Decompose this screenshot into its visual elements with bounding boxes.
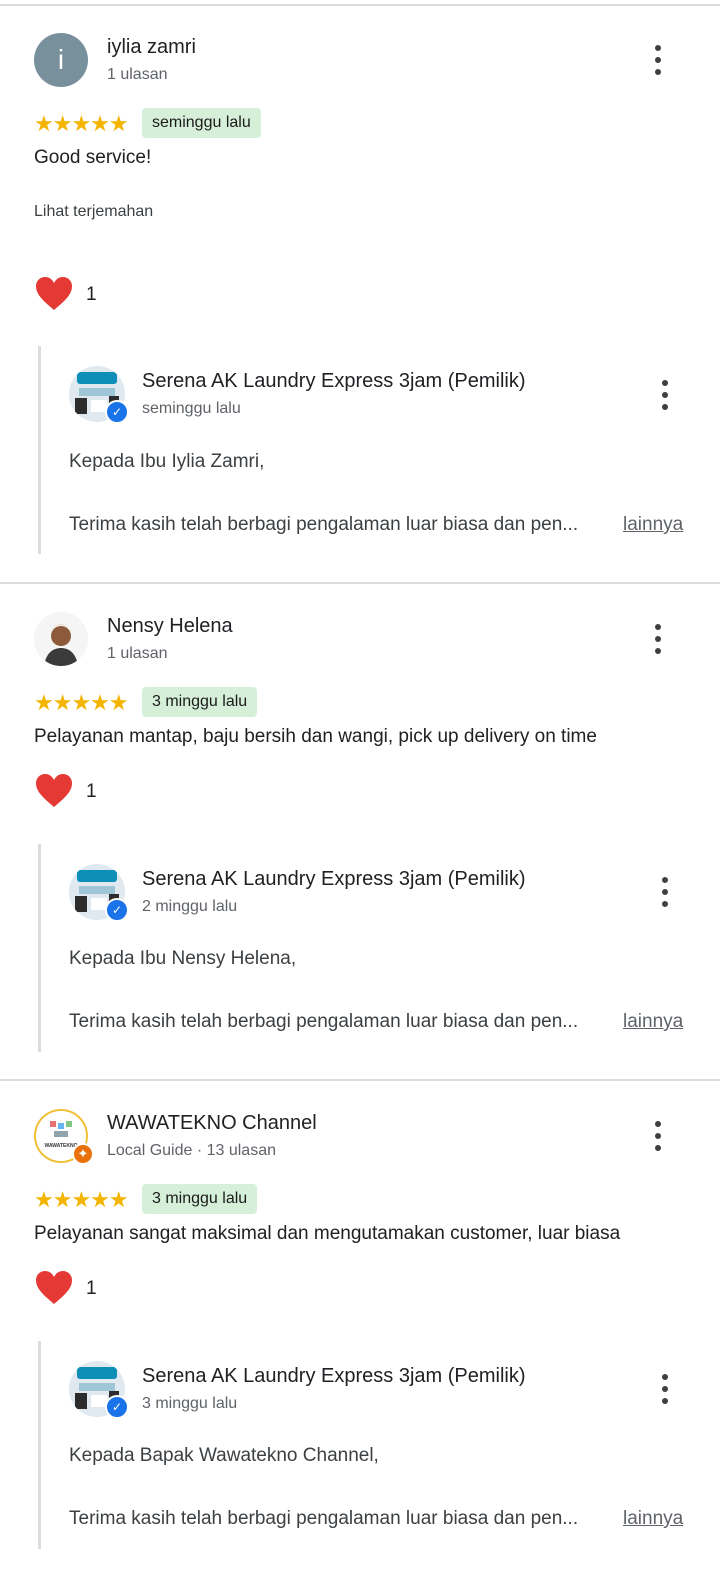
owner-name[interactable]: Serena AK Laundry Express 3jam (Pemilik) [142, 868, 526, 891]
reviewer-avatar[interactable]: WAWATEKNO ✦ [34, 1109, 94, 1165]
reaction-count: 1 [86, 284, 97, 305]
reply-time: 2 minggu lalu [142, 898, 238, 915]
reply-time: seminggu lalu [142, 400, 241, 417]
reply-greeting: Kepada Ibu Nensy Helena, [69, 948, 297, 969]
heart-icon[interactable] [34, 773, 74, 809]
reply-body: Terima kasih telah berbagi pengalaman lu… [69, 514, 579, 535]
see-translation-link[interactable]: Lihat terjemahan [34, 203, 153, 221]
verified-icon: ✓ [105, 898, 129, 922]
reply-bar [38, 346, 41, 554]
review-divider [0, 1079, 720, 1081]
review-time-badge: seminggu lalu [142, 108, 261, 138]
review-divider [0, 582, 720, 584]
more-options-icon[interactable] [653, 877, 677, 907]
owner-avatar[interactable]: ✓ [69, 366, 129, 424]
reply-body: Terima kasih telah berbagi pengalaman lu… [69, 1508, 579, 1529]
reviewer-avatar[interactable] [34, 612, 88, 666]
reply-body: Terima kasih telah berbagi pengalaman lu… [69, 1011, 579, 1032]
reply-greeting: Kepada Ibu Iylia Zamri, [69, 451, 265, 472]
top-divider [0, 4, 720, 6]
reviewer-name[interactable]: Nensy Helena [107, 615, 233, 638]
reply-greeting: Kepada Bapak Wawatekno Channel, [69, 1445, 379, 1466]
reviewer-name[interactable]: WAWATEKNO Channel [107, 1112, 317, 1135]
heart-icon[interactable] [34, 1270, 74, 1306]
review-time-badge: 3 minggu lalu [142, 1184, 258, 1214]
owner-avatar[interactable]: ✓ [69, 1361, 129, 1419]
review-text: Pelayanan mantap, baju bersih dan wangi,… [34, 726, 597, 747]
review-text: Good service! [34, 147, 152, 168]
reaction-count: 1 [86, 1278, 97, 1299]
owner-avatar[interactable]: ✓ [69, 864, 129, 922]
reviewer-meta: 1 ulasan [107, 66, 168, 83]
more-options-icon[interactable] [646, 45, 670, 75]
reaction-count: 1 [86, 781, 97, 802]
owner-name[interactable]: Serena AK Laundry Express 3jam (Pemilik) [142, 370, 526, 393]
verified-icon: ✓ [105, 400, 129, 424]
reply-bar [38, 844, 41, 1052]
more-options-icon[interactable] [653, 1374, 677, 1404]
star-rating: ★★★★★ [34, 690, 129, 715]
reviewer-meta: 1 ulasan [107, 645, 168, 662]
local-guide-icon: ✦ [72, 1143, 94, 1165]
reply-bar [38, 1341, 41, 1549]
read-more-link[interactable]: lainnya [623, 1011, 683, 1033]
reply-time: 3 minggu lalu [142, 1395, 238, 1412]
more-options-icon[interactable] [653, 380, 677, 410]
star-rating: ★★★★★ [34, 1187, 129, 1212]
more-options-icon[interactable] [646, 624, 670, 654]
review-text: Pelayanan sangat maksimal dan mengutamak… [34, 1223, 621, 1244]
reviewer-meta: Local Guide · 13 ulasan [107, 1142, 276, 1159]
reviewer-name[interactable]: iylia zamri [107, 36, 196, 59]
owner-name[interactable]: Serena AK Laundry Express 3jam (Pemilik) [142, 1365, 526, 1388]
reviewer-avatar[interactable]: i [34, 33, 88, 87]
star-rating: ★★★★★ [34, 111, 129, 136]
review-time-badge: 3 minggu lalu [142, 687, 258, 717]
verified-icon: ✓ [105, 1395, 129, 1419]
heart-icon[interactable] [34, 276, 74, 312]
read-more-link[interactable]: lainnya [623, 514, 683, 536]
read-more-link[interactable]: lainnya [623, 1508, 683, 1530]
more-options-icon[interactable] [646, 1121, 670, 1151]
